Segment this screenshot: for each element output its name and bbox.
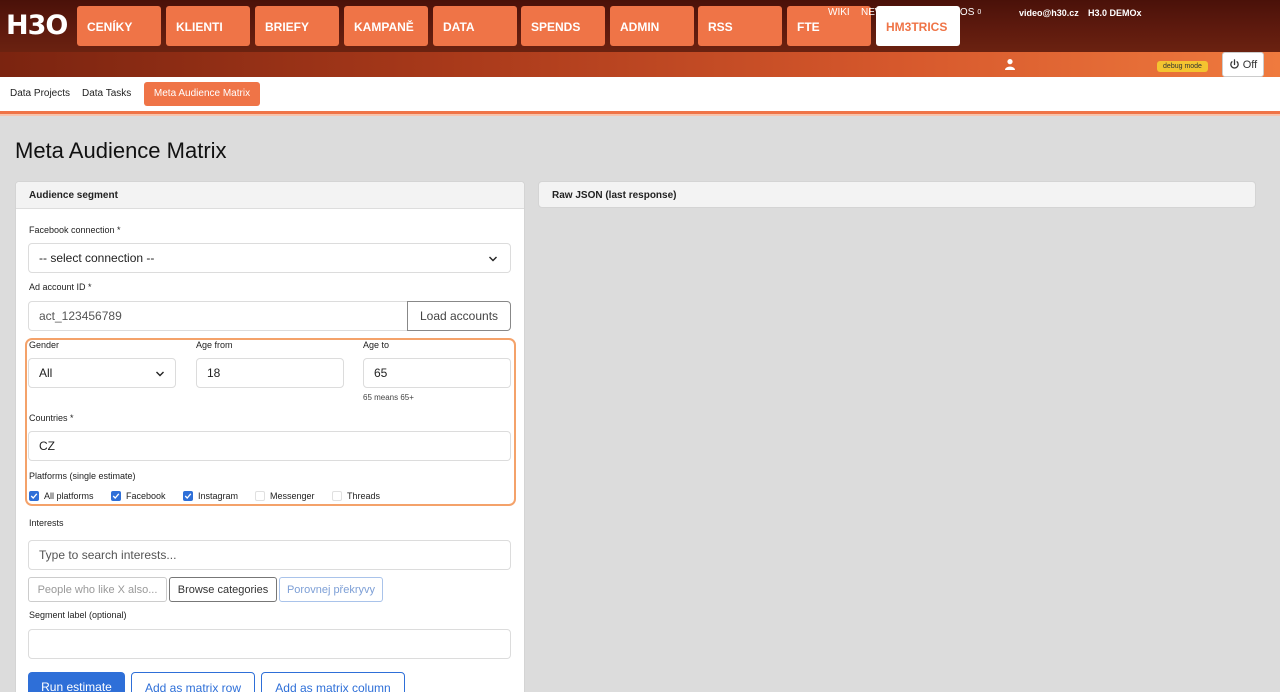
age-to-value: 65: [374, 366, 388, 380]
power-off-button[interactable]: Off: [1222, 52, 1264, 77]
checkbox-checked-icon: [183, 491, 193, 501]
compare-overlaps-button[interactable]: Porovnej překryvy: [279, 577, 383, 602]
nav-tab-admin[interactable]: ADMIN: [610, 6, 694, 46]
debug-mode-badge: debug mode: [1157, 61, 1208, 72]
checkbox-unchecked-icon: [332, 491, 342, 501]
tenant-name[interactable]: H3.0 DEMOx: [1088, 8, 1142, 18]
nav-tab-briefy[interactable]: BRIEFY: [255, 6, 339, 46]
todos-link[interactable]: TODOS 0: [939, 7, 981, 18]
nav-tab-kampane[interactable]: KAMPANĚ: [344, 6, 428, 46]
utility-bar: [0, 52, 1280, 77]
checkbox-checked-icon: [29, 491, 39, 501]
app-logo[interactable]: H3O: [6, 9, 68, 43]
fb-connection-value: -- select connection --: [39, 251, 155, 265]
run-estimate-button[interactable]: Run estimate: [28, 672, 125, 692]
todos-count: 0: [977, 8, 982, 16]
platform-threads-checkbox[interactable]: Threads: [332, 491, 380, 501]
subtab-meta-audience-matrix[interactable]: Meta Audience Matrix: [144, 82, 260, 106]
age-to-input[interactable]: 65: [363, 358, 511, 388]
load-accounts-button[interactable]: Load accounts: [407, 301, 511, 331]
ad-account-input[interactable]: act_123456789: [28, 301, 408, 331]
nav-tab-klienti[interactable]: KLIENTI: [166, 6, 250, 46]
chevron-down-icon: [489, 256, 497, 262]
fb-connection-select[interactable]: -- select connection --: [28, 243, 511, 273]
platform-instagram-checkbox[interactable]: Instagram: [183, 491, 238, 501]
nav-tab-ceniky[interactable]: CENÍKY: [77, 6, 161, 46]
chevron-down-icon: [156, 371, 164, 377]
platform-instagram-label: Instagram: [198, 491, 239, 501]
browse-categories-button[interactable]: Browse categories: [169, 577, 277, 602]
platform-all-checkbox[interactable]: All platforms: [29, 491, 94, 501]
nav-tab-data[interactable]: DATA: [433, 6, 517, 46]
interests-label: Interests: [29, 518, 64, 528]
segment-label-label: Segment label (optional): [29, 610, 127, 620]
platforms-label: Platforms (single estimate): [29, 471, 136, 481]
interests-search-input[interactable]: Type to search interests...: [28, 540, 511, 570]
age-from-input[interactable]: 18: [196, 358, 344, 388]
people-also-like-placeholder: People who like X also...: [37, 583, 158, 596]
platform-threads-label: Threads: [347, 491, 381, 501]
checkbox-checked-icon: [111, 491, 121, 501]
add-matrix-row-button[interactable]: Add as matrix row: [131, 672, 255, 692]
power-icon: [1229, 59, 1239, 69]
fb-connection-label: Facebook connection *: [29, 225, 121, 235]
age-to-hint: 65 means 65+: [363, 393, 414, 402]
gender-value: All: [39, 366, 53, 380]
add-matrix-column-button[interactable]: Add as matrix column: [261, 672, 405, 692]
page-title: Meta Audience Matrix: [15, 138, 227, 163]
subtab-data-projects[interactable]: Data Projects: [10, 88, 70, 99]
ad-account-label: Ad account ID *: [29, 282, 92, 292]
gender-select[interactable]: All: [28, 358, 176, 388]
interests-placeholder: Type to search interests...: [39, 548, 177, 562]
power-off-label: Off: [1242, 58, 1258, 71]
age-to-label: Age to: [363, 340, 390, 350]
checkbox-unchecked-icon: [255, 491, 265, 501]
countries-input[interactable]: CZ: [28, 431, 511, 461]
people-also-like-input[interactable]: People who like X also...: [28, 577, 167, 602]
audience-segment-header: Audience segment: [16, 182, 524, 209]
user-email[interactable]: video@h30.cz: [1019, 8, 1079, 18]
platform-facebook-label: Facebook: [126, 491, 166, 501]
age-from-value: 18: [207, 366, 221, 380]
platform-messenger-checkbox[interactable]: Messenger: [255, 491, 315, 501]
wiki-link[interactable]: WIKI: [828, 7, 850, 18]
platform-messenger-label: Messenger: [270, 491, 315, 501]
nav-tab-spends[interactable]: SPENDS: [521, 6, 605, 46]
subnav-divider-light: [0, 114, 1280, 116]
raw-json-card-header: Raw JSON (last response): [538, 181, 1256, 208]
subtab-data-tasks[interactable]: Data Tasks: [82, 88, 131, 99]
countries-label: Countries *: [29, 413, 74, 423]
newsletter-link[interactable]: NEWSLETTER: [861, 7, 929, 18]
countries-value: CZ: [39, 439, 55, 453]
todos-label: TODOS: [939, 7, 975, 18]
platform-facebook-checkbox[interactable]: Facebook: [111, 491, 166, 501]
segment-label-input[interactable]: [28, 629, 511, 659]
platform-all-label: All platforms: [44, 491, 94, 501]
nav-tab-rss[interactable]: RSS: [698, 6, 782, 46]
gender-label: Gender: [29, 340, 60, 350]
age-from-label: Age from: [196, 340, 233, 350]
user-icon: [1005, 59, 1015, 70]
ad-account-placeholder: act_123456789: [39, 309, 122, 323]
